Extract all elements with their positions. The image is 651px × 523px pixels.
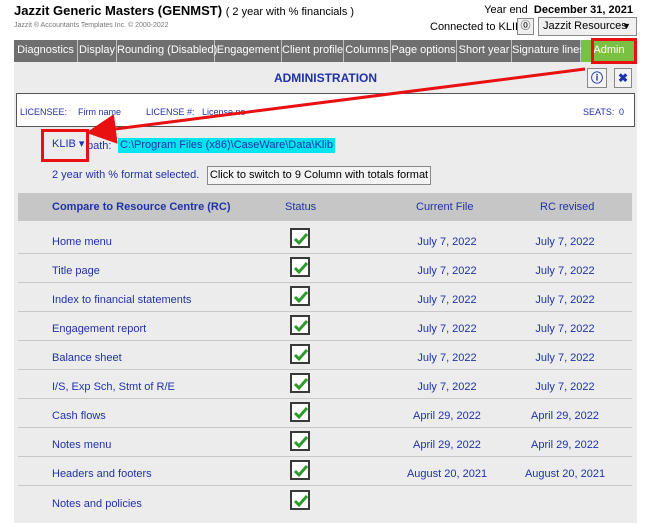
row-current-date: July 7, 2022 [417, 265, 477, 277]
row-current-date: July 7, 2022 [417, 236, 477, 248]
chevron-down-icon: ▼ [622, 21, 631, 31]
format-status: 2 year with % format selected. [52, 169, 200, 181]
checkmark-icon [290, 257, 310, 277]
row-rc-date: July 7, 2022 [535, 323, 595, 335]
close-icon[interactable]: ✖ [614, 68, 632, 88]
row-current-date: August 20, 2021 [406, 468, 488, 480]
tab-bar: Diagnostics Display Rounding (Disabled) … [14, 40, 637, 62]
app-title-text: Jazzit Generic Masters (GENMST) [14, 3, 223, 18]
admin-panel: ADMINISTRATION ⓘ ✖ LICENSEE: Firm name L… [14, 62, 637, 523]
tab-engagement[interactable]: Engagement [215, 40, 282, 62]
row-current-date: July 7, 2022 [417, 323, 477, 335]
table-row: Cash flows April 29, 2022 April 29, 2022 [18, 399, 632, 428]
row-rc-date: July 7, 2022 [535, 265, 595, 277]
admin-highlight [591, 38, 637, 64]
page-title: ADMINISTRATION [273, 71, 378, 85]
header-name: Compare to Resource Centre (RC) [52, 201, 231, 213]
row-current-date: July 7, 2022 [417, 381, 477, 393]
license-value: License no [202, 107, 246, 117]
row-name[interactable]: Engagement report [52, 323, 146, 335]
table-row: Headers and footers August 20, 2021 August… [18, 457, 632, 486]
year-end-label: Year end [484, 4, 528, 16]
row-rc-date: August 20, 2021 [524, 468, 606, 480]
tab-short-year[interactable]: Short year [457, 40, 512, 62]
row-rc-date: July 7, 2022 [535, 352, 595, 364]
row-name[interactable]: Balance sheet [52, 352, 122, 364]
row-name[interactable]: Notes and policies [52, 498, 142, 510]
tab-diagnostics[interactable]: Diagnostics [14, 40, 78, 62]
licensee-label: LICENSEE: [20, 107, 68, 117]
table-row: Engagement report July 7, 2022 July 7, 202… [18, 312, 632, 341]
license-box: LICENSEE: Firm name LICENSE #: License n… [16, 93, 635, 127]
row-rc-date: April 29, 2022 [531, 439, 599, 451]
row-rc-date: July 7, 2022 [535, 294, 595, 306]
resources-label: Jazzit Resources [543, 20, 627, 32]
connection-status: Connected to KLIB [430, 21, 523, 33]
table-row: Notes and policies [18, 487, 632, 516]
copyright-text: Jazzit ® Accountants Templates Inc. © 20… [14, 22, 169, 29]
checkmark-icon [290, 373, 310, 393]
checkmark-icon [290, 286, 310, 306]
row-current-date: April 29, 2022 [413, 439, 481, 451]
table-row: Notes menu April 29, 2022 April 29, 2022 [18, 428, 632, 457]
checkmark-icon [290, 228, 310, 248]
seats-label: SEATS: [583, 107, 615, 117]
license-label: LICENSE #: [146, 107, 195, 117]
table-row: Index to financial statements July 7, 202… [18, 283, 632, 312]
licensee-value: Firm name [78, 107, 122, 117]
path-value: C:\Program Files (x86)\CaseWare\Data\Kli… [118, 138, 335, 153]
tab-columns[interactable]: Columns [344, 40, 391, 62]
resources-dropdown[interactable]: Jazzit Resources ▼ [538, 17, 637, 36]
row-name[interactable]: Cash flows [52, 410, 106, 422]
table-row: Title page July 7, 2022 July 7, 2022 [18, 254, 632, 283]
row-name[interactable]: Notes menu [52, 439, 111, 451]
year-end-date: December 31, 2021 [533, 4, 633, 16]
app-header: Jazzit Generic Masters (GENMST) ( 2 year… [0, 0, 651, 38]
row-current-date: April 29, 2022 [413, 410, 481, 422]
seats-value: 0 [619, 107, 625, 117]
checkmark-icon [290, 402, 310, 422]
row-current-date: July 7, 2022 [417, 294, 477, 306]
path-label: path: [87, 140, 112, 152]
header-current: Current File [416, 201, 474, 213]
row-name[interactable]: Home menu [52, 236, 112, 248]
table-row: I/S, Exp Sch, Stmt of R/E July 7, 2022 Jul… [18, 370, 632, 399]
checkmark-icon [290, 490, 310, 510]
tab-display[interactable]: Display [78, 40, 117, 62]
connection-icon[interactable]: ⓪ [517, 18, 534, 35]
header-status: Status [285, 201, 317, 213]
table-row: Balance sheet July 7, 2022 July 7, 2022 [18, 341, 632, 370]
app-title: Jazzit Generic Masters (GENMST) ( 2 year… [14, 3, 354, 18]
row-name[interactable]: I/S, Exp Sch, Stmt of R/E [52, 381, 175, 393]
checkmark-icon [290, 344, 310, 364]
klib-highlight [41, 129, 89, 162]
tab-client-profile[interactable]: Client profile [282, 40, 344, 62]
table-row: Home menu July 7, 2022 July 7, 2022 [18, 225, 632, 254]
tab-rounding[interactable]: Rounding (Disabled) [117, 40, 217, 62]
checkmark-icon [290, 460, 310, 480]
row-rc-date: April 29, 2022 [531, 410, 599, 422]
year-end: Year end December 31, 2021 [484, 4, 633, 16]
row-name[interactable]: Headers and footers [52, 468, 152, 480]
switch-format-button[interactable]: Click to switch to 9 Column with totals … [207, 166, 431, 185]
tab-page-options[interactable]: Page options [391, 40, 457, 62]
tab-signature-lines[interactable]: Signature lines [512, 40, 585, 62]
checkmark-icon [290, 315, 310, 335]
row-rc-date: July 7, 2022 [535, 381, 595, 393]
info-icon[interactable]: ⓘ [587, 68, 607, 88]
row-name[interactable]: Index to financial statements [52, 294, 191, 306]
checkmark-icon [290, 431, 310, 451]
app-subtitle: ( 2 year with % financials ) [225, 6, 355, 18]
row-rc-date: July 7, 2022 [535, 236, 595, 248]
row-name[interactable]: Title page [52, 265, 100, 277]
header-rc: RC revised [540, 201, 595, 213]
row-current-date: July 7, 2022 [417, 352, 477, 364]
table-header: Compare to Resource Centre (RC) Status C… [18, 193, 632, 221]
